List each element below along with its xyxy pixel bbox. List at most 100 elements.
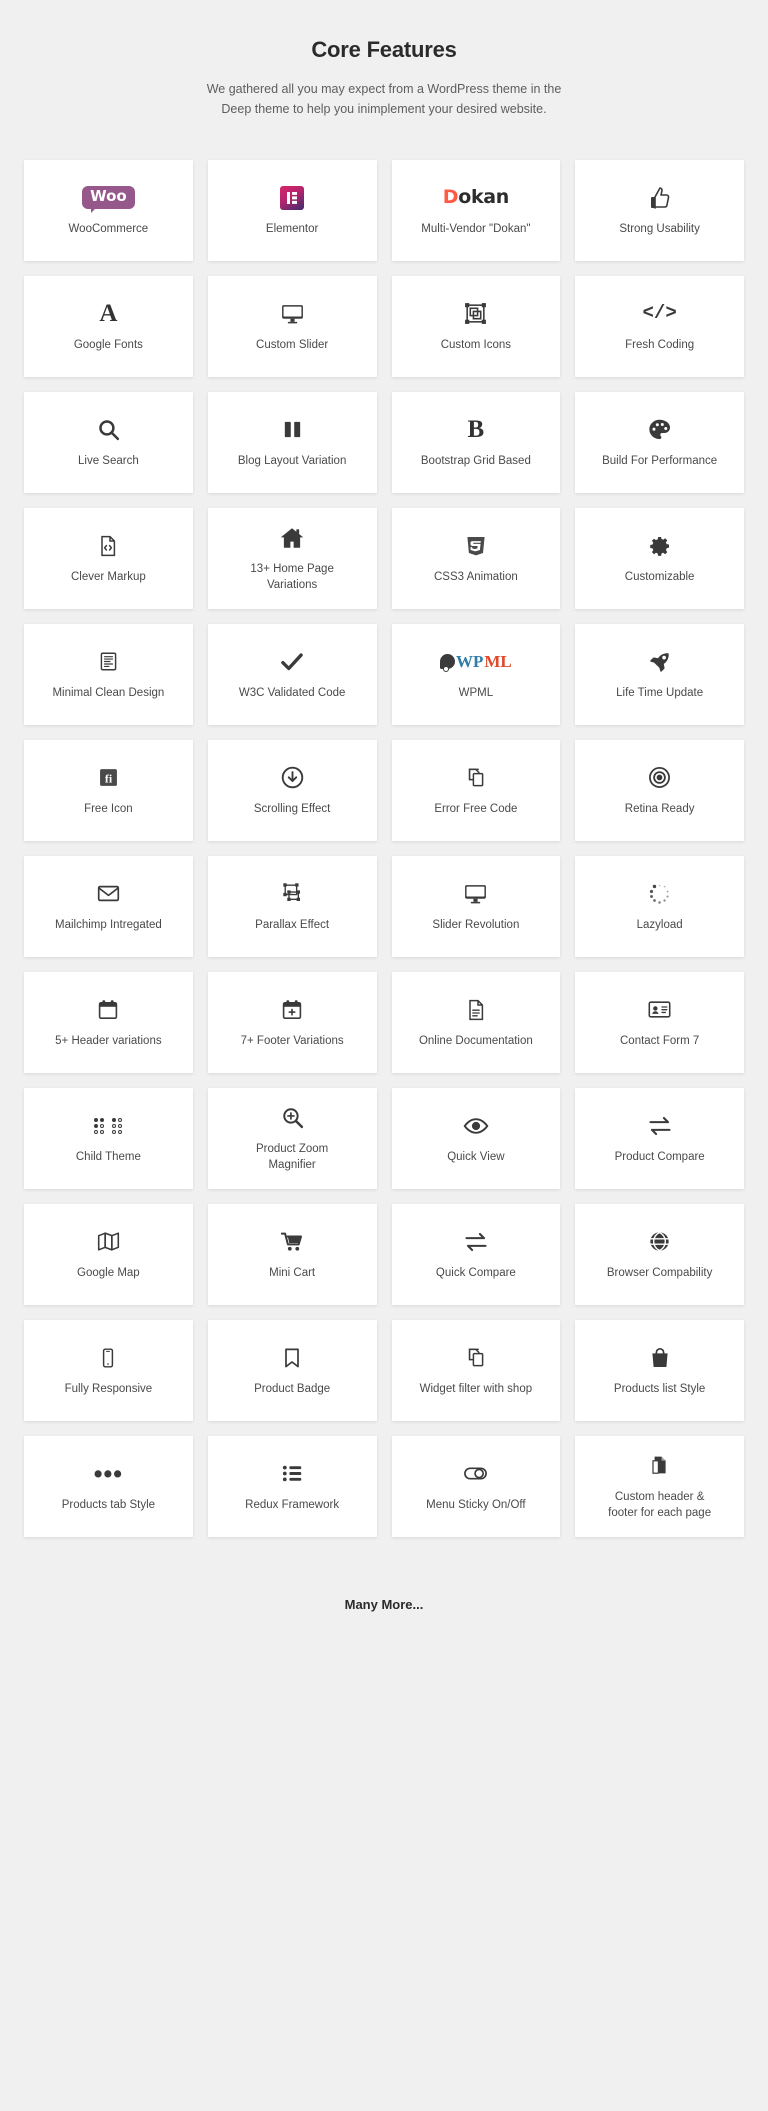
feature-card[interactable]: A Google Fonts — [24, 275, 193, 377]
mobile-icon — [97, 1343, 119, 1373]
feature-label: Custom Icons — [440, 338, 512, 351]
feature-label: CSS3 Animation — [434, 570, 518, 583]
wpml-logo: WP ML — [439, 647, 512, 677]
feature-label: Fresh Coding — [625, 338, 695, 351]
magnifier-icon — [96, 415, 121, 445]
font-awesome-icon: fi — [97, 763, 120, 793]
feature-card[interactable]: Fully Responsive — [24, 1319, 193, 1421]
letter-b-icon: B — [467, 416, 485, 444]
feature-card[interactable]: Lazyload — [575, 855, 744, 957]
feature-card[interactable]: Elementor — [207, 159, 377, 261]
parallax-icon — [280, 879, 305, 909]
feature-card[interactable]: Custom header & footer for each page — [575, 1435, 744, 1537]
dot-matrix-icon — [94, 1111, 123, 1141]
feature-card[interactable]: Customizable — [575, 507, 744, 609]
feature-label: Child Theme — [75, 1150, 141, 1163]
feature-card[interactable]: </> Fresh Coding — [575, 275, 744, 377]
feature-card[interactable]: Error Free Code — [391, 739, 561, 841]
feature-label: Menu Sticky On/Off — [426, 1498, 526, 1511]
home-icon — [279, 523, 305, 553]
feature-card[interactable]: WP ML WPML — [391, 623, 561, 725]
feature-card[interactable]: 5+ Header variations — [24, 971, 193, 1073]
feature-card[interactable]: Blog Layout Variation — [207, 391, 377, 493]
page-subtitle: We gathered all you may expect from a Wo… — [206, 81, 562, 117]
feature-card[interactable]: Contact Form 7 — [575, 971, 744, 1073]
feature-card[interactable]: Product Compare — [575, 1087, 744, 1189]
feature-label: Free Icon — [84, 802, 133, 815]
monitor-icon — [463, 879, 488, 909]
rocket-icon — [648, 647, 672, 677]
css3-shield-icon — [464, 531, 488, 561]
feature-label: Online Documentation — [418, 1034, 533, 1047]
many-more-label: Many More... — [344, 1596, 424, 1612]
gear-icon — [648, 531, 672, 561]
feature-card[interactable]: Parallax Effect — [207, 855, 377, 957]
feature-card[interactable]: W3C Validated Code — [207, 623, 377, 725]
custom-icons-icon — [463, 299, 488, 329]
feature-card[interactable]: Scrolling Effect — [207, 739, 377, 841]
feature-card[interactable]: 13+ Home Page Variations — [207, 507, 377, 609]
core-features-page: Core Features We gathered all you may ex… — [0, 0, 768, 1652]
feature-card[interactable]: Custom Slider — [207, 275, 377, 377]
feature-label: Quick Compare — [435, 1266, 516, 1279]
feature-card[interactable]: Menu Sticky On/Off — [391, 1435, 561, 1537]
feature-card[interactable]: Browser Compability — [575, 1203, 744, 1305]
feature-card[interactable]: CSS3 Animation — [391, 507, 561, 609]
feature-label: Scrolling Effect — [253, 802, 331, 815]
feature-label: Browser Compability — [606, 1266, 713, 1279]
feature-label: Bootstrap Grid Based — [420, 454, 531, 467]
copy-icon — [464, 763, 488, 793]
feature-card[interactable]: Build For Performance — [575, 391, 744, 493]
two-columns-icon — [281, 415, 304, 445]
feature-card[interactable]: Redux Framework — [207, 1435, 377, 1537]
feature-card[interactable]: Custom Icons — [391, 275, 561, 377]
feature-label: Live Search — [78, 454, 139, 467]
feature-card[interactable]: Strong Usability — [575, 159, 744, 261]
cart-icon — [280, 1227, 305, 1257]
feature-label: Custom Slider — [256, 338, 329, 351]
feature-card[interactable]: Online Documentation — [391, 971, 561, 1073]
feature-label: Mailchimp Intregated — [55, 918, 162, 931]
feature-label: Products tab Style — [61, 1498, 156, 1511]
monitor-icon — [280, 299, 305, 329]
spinner-icon — [648, 882, 672, 906]
feature-label: Google Fonts — [73, 338, 143, 351]
feature-card[interactable]: Slider Revolution — [391, 855, 561, 957]
feature-card[interactable]: Mini Cart — [207, 1203, 377, 1305]
feature-card[interactable]: Google Map — [24, 1203, 193, 1305]
thumbs-up-icon — [648, 183, 672, 213]
feature-card[interactable]: Child Theme — [24, 1087, 193, 1189]
page-header: Core Features We gathered all you may ex… — [0, 0, 768, 126]
page-title: Core Features — [311, 37, 457, 62]
feature-card[interactable]: Quick Compare — [391, 1203, 561, 1305]
feature-card[interactable]: Retina Ready — [575, 739, 744, 841]
palette-icon — [647, 415, 672, 445]
feature-card[interactable]: Quick View — [391, 1087, 561, 1189]
feature-label: Product Badge — [254, 1382, 331, 1395]
feature-label: Strong Usability — [619, 222, 700, 235]
feature-card[interactable]: 7+ Footer Variations — [207, 971, 377, 1073]
feature-card[interactable]: fi Free Icon — [24, 739, 193, 841]
feature-card[interactable]: ••• Products tab Style — [24, 1435, 193, 1537]
feature-card[interactable]: B Bootstrap Grid Based — [391, 391, 561, 493]
feature-card[interactable]: Dokan Multi-Vendor "Dokan" — [391, 159, 561, 261]
feature-card[interactable]: Product Badge — [207, 1319, 377, 1421]
feature-card[interactable]: Live Search — [24, 391, 193, 493]
feature-label: Redux Framework — [245, 1498, 340, 1511]
feature-card[interactable]: Clever Markup — [24, 507, 193, 609]
feature-label: Product Compare — [614, 1150, 705, 1163]
arrow-down-circle-icon — [280, 763, 305, 793]
feature-label: Lazyload — [636, 918, 683, 931]
feature-card[interactable]: Widget filter with shop — [391, 1319, 561, 1421]
elementor-logo — [280, 183, 305, 213]
feature-card[interactable]: Mailchimp Intregated — [24, 855, 193, 957]
feature-card[interactable]: Product Zoom Magnifier — [207, 1087, 377, 1189]
feature-label: Parallax Effect — [255, 918, 330, 931]
feature-card[interactable]: Life Time Update — [575, 623, 744, 725]
feature-card[interactable]: Minimal Clean Design — [24, 623, 193, 725]
feature-card[interactable]: Products list Style — [575, 1319, 744, 1421]
feature-card[interactable]: Woo WooCommerce — [24, 159, 193, 261]
exchange-arrows-icon — [647, 1111, 673, 1141]
envelope-icon — [96, 879, 121, 909]
feature-label: Custom header & footer for each page — [608, 1490, 712, 1519]
